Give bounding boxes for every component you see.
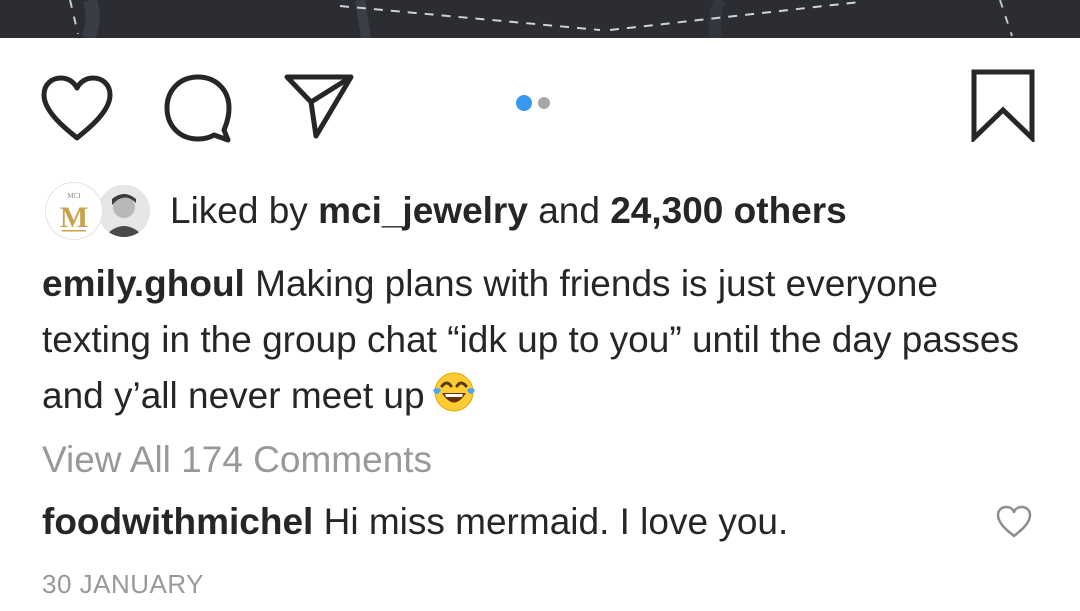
comment-username-link[interactable]: foodwithmichel — [42, 501, 313, 542]
carousel-indicator — [516, 95, 550, 111]
caption-username-link[interactable]: emily.ghoul — [42, 263, 245, 304]
post-caption: emily.ghoul Making plans with friends is… — [42, 256, 1052, 424]
post-photo[interactable] — [0, 0, 1080, 38]
comment-bubble-icon[interactable] — [162, 72, 234, 144]
post-date: 30 JANUARY — [42, 569, 205, 599]
paper-plane-icon[interactable] — [283, 72, 355, 140]
svg-text:M: M — [60, 201, 88, 234]
liker-username-link[interactable]: mci_jewelry — [318, 190, 528, 231]
bookmark-icon[interactable] — [970, 68, 1036, 142]
view-all-comments-link[interactable]: View All 174 Comments — [42, 432, 432, 488]
svg-text:MCI: MCI — [67, 192, 81, 200]
comment-text: Hi miss mermaid. I love you. — [323, 501, 789, 542]
avatar[interactable]: MCI M — [46, 183, 102, 239]
avatar[interactable] — [96, 183, 152, 239]
heart-icon[interactable] — [40, 74, 114, 142]
comment-item: foodwithmichel Hi miss mermaid. I love y… — [42, 494, 788, 550]
small-heart-icon[interactable] — [996, 505, 1032, 539]
post-action-bar — [0, 38, 1080, 178]
face-with-tears-of-joy-icon — [431, 368, 477, 414]
liker-avatars[interactable]: MCI M — [46, 183, 152, 239]
carousel-dot-active — [516, 95, 532, 111]
likes-prefix: Liked by — [170, 190, 308, 231]
mci-jewelry-logo: MCI M — [49, 186, 99, 236]
likes-summary[interactable]: MCI M Liked by mci_jewelry and 24,300 ot… — [46, 183, 847, 239]
likes-connector: and — [538, 190, 600, 231]
likes-text: Liked by mci_jewelry and 24,300 others — [170, 183, 847, 239]
carousel-dot — [538, 97, 550, 109]
likes-count-link[interactable]: 24,300 others — [610, 190, 847, 231]
